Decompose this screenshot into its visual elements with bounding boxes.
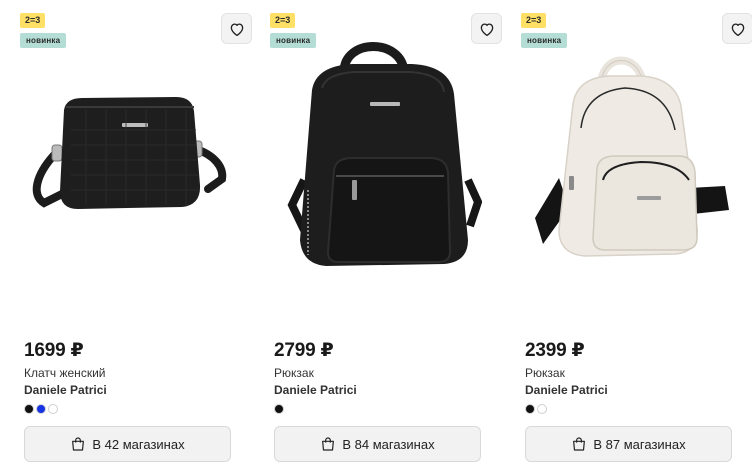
product-card[interactable]: 2=3 новинка 2799 ₽ Рюкзак Daniele Patric…: [270, 0, 502, 469]
stores-availability-button[interactable]: В 87 магазинах: [525, 426, 732, 462]
black-clutch-bag-image: [32, 97, 227, 209]
stores-label: В 87 магазинах: [593, 436, 686, 452]
product-category: Рюкзак: [525, 366, 565, 380]
promo-badge: 2=3: [521, 13, 547, 28]
cream-backpack-image: [535, 56, 729, 257]
color-swatch[interactable]: [24, 404, 34, 414]
shopping-bag-icon: [322, 437, 335, 451]
product-card[interactable]: 2=3 новинка 2399 ₽ Рюкзак Daniele Patric…: [521, 0, 752, 469]
color-swatches: [525, 404, 547, 414]
stores-label: В 42 магазинах: [92, 436, 185, 452]
promo-badge: 2=3: [270, 13, 296, 28]
color-swatch[interactable]: [537, 404, 547, 414]
product-brand: Daniele Patrici: [24, 383, 107, 397]
color-swatch[interactable]: [36, 404, 46, 414]
color-swatches: [24, 404, 58, 414]
product-price: 1699 ₽: [24, 340, 84, 361]
stores-label: В 84 магазинах: [342, 436, 435, 452]
product-category: Клатч женский: [24, 366, 106, 380]
color-swatch[interactable]: [274, 404, 284, 414]
product-image[interactable]: [521, 30, 752, 290]
color-swatch[interactable]: [525, 404, 535, 414]
shopping-bag-icon: [72, 437, 85, 451]
product-brand: Daniele Patrici: [525, 383, 608, 397]
product-price: 2399 ₽: [525, 340, 585, 361]
color-swatch[interactable]: [48, 404, 58, 414]
stores-availability-button[interactable]: В 42 магазинах: [24, 426, 231, 462]
product-brand: Daniele Patrici: [274, 383, 357, 397]
product-category: Рюкзак: [274, 366, 314, 380]
product-image[interactable]: [20, 30, 252, 290]
shopping-bag-icon: [573, 437, 586, 451]
stores-availability-button[interactable]: В 84 магазинах: [274, 426, 481, 462]
product-image[interactable]: [270, 30, 502, 290]
color-swatches: [274, 404, 284, 414]
product-price: 2799 ₽: [274, 340, 334, 361]
black-backpack-image: [287, 42, 482, 266]
promo-badge: 2=3: [20, 13, 46, 28]
product-grid: 2=3 новинка 1699 ₽ Клатч женский Daniele…: [0, 0, 752, 469]
product-card[interactable]: 2=3 новинка 1699 ₽ Клатч женский Daniele…: [20, 0, 252, 469]
